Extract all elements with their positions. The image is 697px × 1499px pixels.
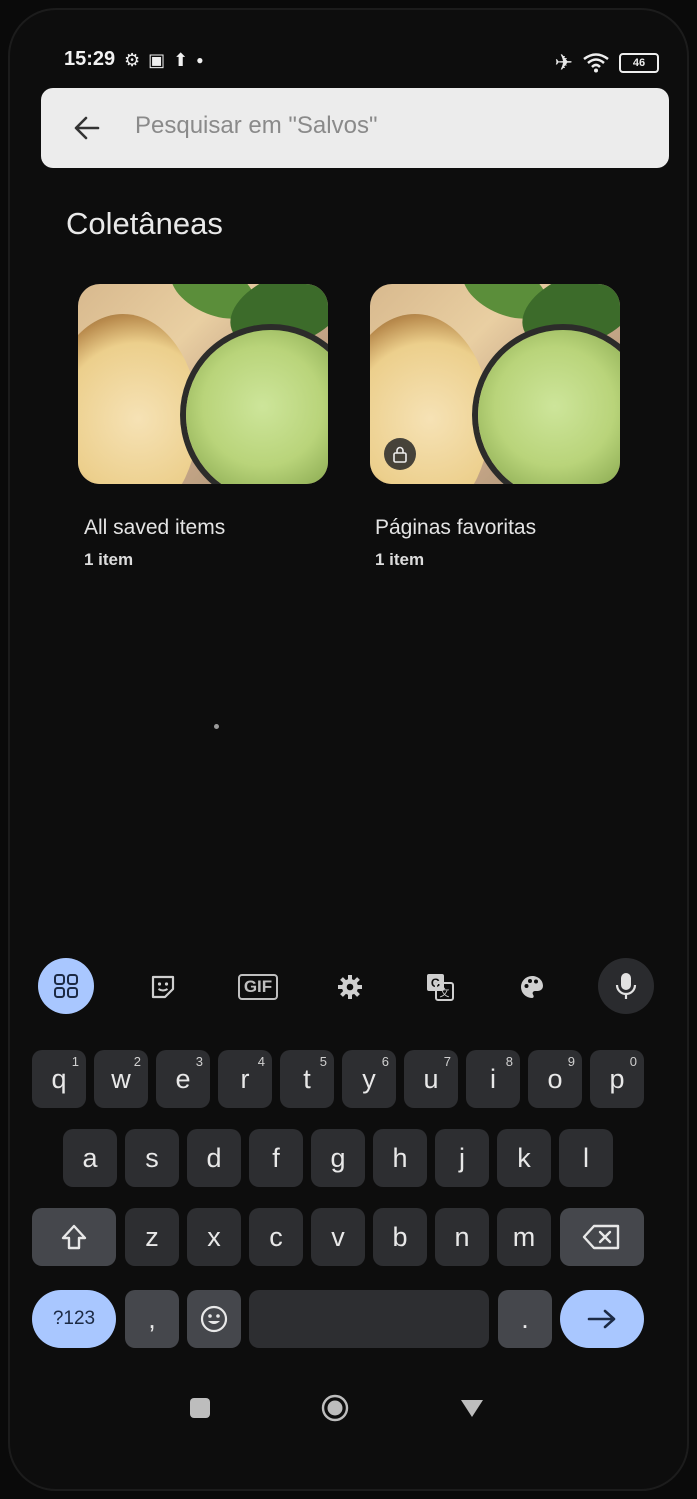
sticker-icon [151,975,175,999]
key-e[interactable]: e3 [156,1050,210,1108]
decorative-dot [214,724,219,729]
sticker-button[interactable] [140,964,186,1010]
back-nav-button[interactable] [452,1388,492,1428]
keyboard-toolbar: GIF G 文 [30,958,689,1024]
key-f[interactable]: f [249,1129,303,1187]
collection-card-favorites[interactable]: Páginas favoritas 1 item [370,284,620,570]
lock-icon [384,438,416,470]
square-icon [190,1398,210,1418]
key-v[interactable]: v [311,1208,365,1266]
upload-icon: ⬆ [173,50,189,70]
page-title: Coletâneas [66,206,223,241]
translate-icon: G 文 [427,974,454,1001]
enter-key[interactable] [560,1290,644,1348]
collection-title: Páginas favoritas [375,516,537,539]
key-j[interactable]: j [435,1129,489,1187]
wifi-icon [583,53,609,73]
key-h[interactable]: h [373,1129,427,1187]
recents-button[interactable] [180,1388,220,1428]
airplane-mode-icon: ✈ [554,50,573,75]
key-s[interactable]: s [125,1129,179,1187]
key-i[interactable]: i8 [466,1050,520,1108]
key-g[interactable]: g [311,1129,365,1187]
emoji-icon [200,1305,228,1333]
backspace-key[interactable] [560,1208,644,1266]
triangle-down-icon [461,1400,483,1417]
key-k[interactable]: k [497,1129,551,1187]
key-r[interactable]: r4 [218,1050,272,1108]
svg-text:文: 文 [440,987,450,1000]
phone-screen: 15:29 ⚙ ▣ ⬆ ● ✈ 46 Pesquisar em "Salvos" [8,8,689,1491]
key-y[interactable]: y6 [342,1050,396,1108]
collection-title: All saved items [84,516,226,539]
mic-icon [615,973,637,999]
apps-grid-button[interactable] [38,958,94,1014]
gif-button[interactable]: GIF [232,964,284,1010]
emoji-key[interactable] [187,1290,241,1348]
status-system-icons: ✈ 46 [555,50,659,76]
gear-icon [338,975,362,999]
gif-label: GIF [237,974,279,1000]
battery-indicator: 46 [619,53,659,73]
backspace-icon [582,1224,620,1250]
arrow-left-icon [74,116,100,140]
key-a[interactable]: a [63,1129,117,1187]
voice-input-button[interactable] [598,958,654,1014]
more-notifications-dot-icon: ● [196,53,204,67]
app-notification-icon: ▣ [148,50,166,70]
key-p[interactable]: p0 [590,1050,644,1108]
key-u[interactable]: u7 [404,1050,458,1108]
key-b[interactable]: b [373,1208,427,1266]
gear-icon: ⚙ [124,50,141,70]
key-q[interactable]: q1 [32,1050,86,1108]
collection-card-all-saved[interactable]: All saved items 1 item [78,284,328,570]
key-z[interactable]: z [125,1208,179,1266]
period-key[interactable]: . [498,1290,552,1348]
soft-keyboard: q1 w2 e3 r4 t5 y6 u7 i8 o9 p0 a s d f g … [20,1038,664,1356]
apps-grid-icon [54,974,78,998]
home-button[interactable] [315,1388,355,1428]
search-input[interactable]: Pesquisar em "Salvos" [135,112,377,140]
collection-thumbnail [78,284,328,484]
key-x[interactable]: x [187,1208,241,1266]
home-circle-icon [321,1394,349,1422]
arrow-right-icon [587,1309,616,1329]
key-m[interactable]: m [497,1208,551,1266]
status-notification-icons: ⚙ ▣ ⬆ ● [124,50,204,70]
key-d[interactable]: d [187,1129,241,1187]
space-key[interactable] [249,1290,489,1348]
key-l[interactable]: l [559,1129,613,1187]
collection-count: 1 item [375,550,425,569]
symbols-key[interactable]: ?123 [32,1290,116,1348]
translate-button[interactable]: G 文 [417,964,463,1010]
palette-icon [521,976,543,998]
theme-button[interactable] [509,964,555,1010]
collection-count: 1 item [84,550,134,569]
key-o[interactable]: o9 [528,1050,582,1108]
status-bar: 15:29 ⚙ ▣ ⬆ ● ✈ 46 [8,44,689,80]
back-button[interactable] [67,108,107,148]
key-n[interactable]: n [435,1208,489,1266]
status-time: 15:29 [64,48,116,70]
key-t[interactable]: t5 [280,1050,334,1108]
key-w[interactable]: w2 [94,1050,148,1108]
shift-arrow-icon [61,1224,87,1250]
settings-button[interactable] [327,964,373,1010]
shift-key[interactable] [32,1208,116,1266]
key-c[interactable]: c [249,1208,303,1266]
search-bar[interactable]: Pesquisar em "Salvos" [41,88,669,168]
collection-thumbnail [370,284,620,484]
comma-key[interactable]: , [125,1290,179,1348]
